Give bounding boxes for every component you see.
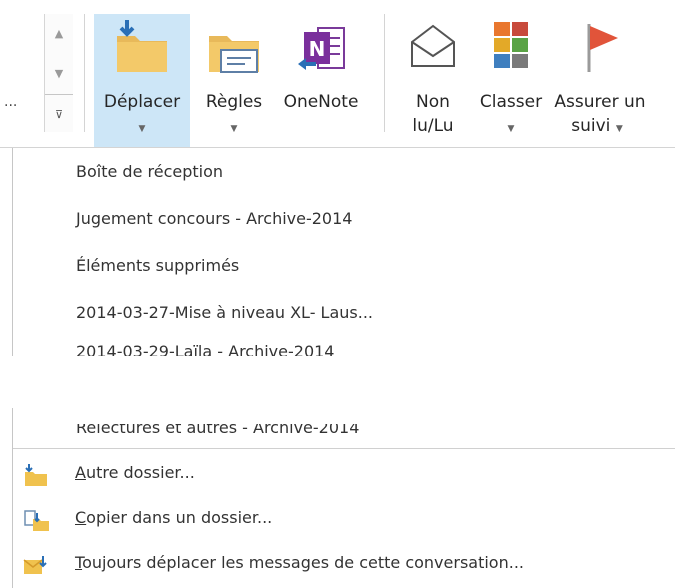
- follow-up-label-line2: suivi ▼: [544, 114, 650, 141]
- ribbon: ... ▲ ▼ ⊽ Déplacer ▼ Règles ▼ N OneNote …: [0, 0, 675, 148]
- follow-up-label-line1: Assurer un: [554, 92, 646, 112]
- svg-text:N: N: [309, 37, 326, 61]
- folder-item[interactable]: Relectures et autres - Archive-2014: [76, 424, 359, 437]
- gallery-item-text: ...: [4, 94, 18, 110]
- move-other-folder-item[interactable]: Autre dossier...: [12, 460, 675, 490]
- onenote-icon: N: [298, 27, 345, 70]
- onenote-button-label: OneNote: [283, 92, 359, 112]
- menu-separator: [13, 448, 675, 449]
- follow-up-label-text: suivi: [571, 116, 611, 136]
- folder-item[interactable]: Jugement concours - Archive-2014: [76, 209, 352, 228]
- folder-item[interactable]: Éléments supprimés: [76, 256, 239, 275]
- copy-to-folder-label: Copier dans un dossier...: [75, 508, 273, 527]
- rules-button-label: Règles: [205, 92, 263, 112]
- move-button-label: Déplacer: [103, 92, 181, 112]
- flag-icon: [587, 24, 618, 72]
- unread-read-label-line2: lu/Lu: [412, 116, 454, 136]
- folder-item[interactable]: 2014-03-27-Mise à niveau XL- Laus...: [76, 303, 373, 322]
- chevron-down-icon: ▼: [138, 124, 146, 134]
- rules-button[interactable]: Règles ▼: [196, 14, 272, 147]
- copy-to-folder-item[interactable]: Copier dans un dossier...: [12, 505, 675, 535]
- ribbon-separator: [384, 14, 385, 132]
- screenshot-gap: [0, 356, 675, 408]
- gallery-down-button[interactable]: ▼: [45, 54, 73, 92]
- categorize-button[interactable]: Classer ▼: [474, 14, 548, 147]
- gallery-scrollbar[interactable]: ▲ ▼ ⊽: [44, 14, 73, 132]
- folder-item[interactable]: Boîte de réception: [76, 162, 223, 181]
- always-move-item[interactable]: Toujours déplacer les messages de cette …: [12, 550, 675, 580]
- envelope-icon: [411, 24, 455, 67]
- chevron-down-icon: ▼: [230, 124, 238, 134]
- chevron-down-icon: ▼: [507, 124, 515, 134]
- move-button[interactable]: Déplacer ▼: [94, 14, 190, 147]
- follow-up-button[interactable]: Assurer un suivi ▼: [550, 14, 650, 147]
- chevron-down-icon: ▼: [615, 124, 623, 134]
- gallery-more-button[interactable]: ⊽: [45, 94, 73, 133]
- categorize-button-label: Classer: [479, 92, 543, 112]
- move-folder-icon: [25, 464, 47, 486]
- always-move-label: Toujours déplacer les messages de cette …: [75, 553, 524, 572]
- copy-folder-icon: [24, 510, 49, 531]
- move-other-folder-label: Autre dossier...: [75, 463, 195, 482]
- onenote-button[interactable]: N OneNote: [276, 14, 366, 147]
- ribbon-separator: [84, 14, 85, 132]
- rules-icon: [209, 36, 259, 73]
- folder-move-icon: [117, 20, 167, 72]
- gallery-up-button[interactable]: ▲: [45, 14, 73, 52]
- always-move-icon: [23, 556, 47, 574]
- unread-read-label-line1: Non: [416, 92, 450, 112]
- unread-read-button[interactable]: Non lu/Lu: [398, 14, 468, 147]
- categorize-icon: [494, 22, 528, 68]
